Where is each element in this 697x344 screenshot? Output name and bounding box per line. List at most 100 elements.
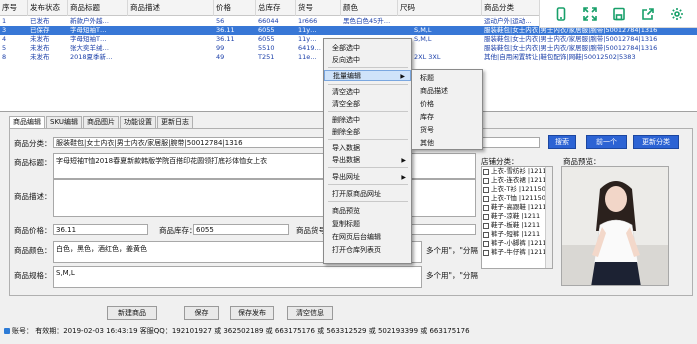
- shop-category-list[interactable]: 上衣-雪纺衫 |1211 上衣-连衣裙 |1211 上衣-T衫 |121150 …: [481, 166, 553, 269]
- list-item[interactable]: 上衣-T衫 |121150: [482, 185, 552, 194]
- tab-settings[interactable]: 功能设置: [119, 116, 156, 128]
- info-icon: [4, 328, 10, 334]
- menu-clear-selected[interactable]: 清空选中: [324, 87, 411, 98]
- menu-import-data[interactable]: 导入数据: [324, 143, 411, 154]
- col-index[interactable]: 序号: [0, 0, 28, 16]
- list-item[interactable]: 上衣-T恤 |1211504: [482, 194, 552, 203]
- batch-edit-submenu: 标题 商品描述 价格 库存 货号 其他: [411, 69, 483, 150]
- clear-button[interactable]: 清空信息: [287, 306, 333, 320]
- col-desc[interactable]: 商品描述: [128, 0, 214, 16]
- checkbox[interactable]: [483, 177, 489, 184]
- checkbox[interactable]: [483, 240, 489, 247]
- col-stock[interactable]: 总库存: [256, 0, 296, 16]
- color-label: 商品颜色：: [14, 246, 52, 255]
- stock-label: 商品库存：: [159, 226, 197, 235]
- menu-batch-edit[interactable]: 批量编辑 ▶: [324, 70, 411, 81]
- category-label: 商品分类：: [14, 139, 52, 148]
- chevron-right-icon: ▶: [401, 174, 406, 181]
- expand-icon[interactable]: [581, 5, 599, 23]
- checkbox[interactable]: [483, 249, 489, 256]
- list-item[interactable]: 上衣-连衣裙 |1211: [482, 176, 552, 185]
- list-item[interactable]: 裤子-短裤 |1211: [482, 230, 552, 239]
- menu-clear-all[interactable]: 清空全部: [324, 99, 411, 110]
- menu-separator: [328, 184, 408, 185]
- checkbox[interactable]: [483, 213, 489, 220]
- scrollbar[interactable]: [545, 167, 552, 268]
- col-status[interactable]: 发布状态: [28, 0, 68, 16]
- menu-select-all[interactable]: 全部选中: [324, 43, 411, 54]
- size-hint: 多个用"，"分隔: [426, 271, 478, 280]
- prev-button[interactable]: 前一个: [586, 135, 627, 149]
- search-button[interactable]: 搜索: [548, 135, 576, 149]
- list-item[interactable]: 鞋子-凉鞋 |1211: [482, 212, 552, 221]
- menu-preview[interactable]: 商品预览: [324, 206, 411, 217]
- checkbox[interactable]: [483, 168, 489, 175]
- menu-export-data[interactable]: 导出数据 ▶: [324, 155, 411, 166]
- save-icon[interactable]: [610, 5, 628, 23]
- price-label: 商品价格：: [14, 226, 52, 235]
- status-bar: 账号： 有效期：2019-02-03 16:43:19 客服QQ：1921019…: [0, 326, 697, 337]
- menu-separator: [328, 167, 408, 168]
- menu-open-warehouse[interactable]: 打开仓库列表页: [324, 245, 411, 256]
- menu-invert-selection[interactable]: 反向选中: [324, 55, 411, 66]
- menu-separator: [328, 201, 408, 202]
- chevron-right-icon: ▶: [401, 157, 406, 164]
- list-item[interactable]: 鞋子-高跟鞋 |1211: [482, 203, 552, 212]
- update-category-button[interactable]: 更新分类: [633, 135, 679, 149]
- checkbox[interactable]: [483, 222, 489, 229]
- col-sku[interactable]: 货号: [296, 0, 341, 16]
- gear-icon[interactable]: [668, 5, 686, 23]
- title-label: 商品标题：: [14, 158, 52, 167]
- menu-open-original-url[interactable]: 打开原商品网址: [324, 189, 411, 200]
- submenu-title[interactable]: 标题: [412, 73, 482, 84]
- list-item[interactable]: 鞋子-板鞋 |1211: [482, 221, 552, 230]
- tab-changelog[interactable]: 更新日志: [156, 116, 193, 128]
- submenu-price[interactable]: 价格: [412, 99, 482, 110]
- save-publish-button[interactable]: 保存发布: [230, 306, 274, 320]
- submenu-sku[interactable]: 货号: [412, 125, 482, 136]
- title-input[interactable]: 字母短袖T恤2018春夏新款韩版学院百搭印花圆领打底衫体恤女上衣: [53, 153, 476, 179]
- stock-input[interactable]: 6055: [193, 224, 289, 235]
- submenu-description[interactable]: 商品描述: [412, 86, 482, 97]
- checkbox[interactable]: [483, 195, 489, 202]
- menu-separator: [328, 67, 408, 68]
- list-item[interactable]: 裤子-牛仔裤 |1211: [482, 248, 552, 257]
- tab-product-edit[interactable]: 商品编辑: [9, 116, 45, 128]
- status-text: 账号： 有效期：2019-02-03 16:43:19 客服QQ：1921019…: [12, 327, 470, 335]
- product-preview-image: [561, 166, 669, 286]
- col-title[interactable]: 商品标题: [68, 0, 128, 16]
- price-input[interactable]: 36.11: [53, 224, 148, 235]
- submenu-other[interactable]: 其他: [412, 138, 482, 149]
- list-item[interactable]: 上衣-雪纺衫 |1211: [482, 167, 552, 176]
- checkbox[interactable]: [483, 231, 489, 238]
- menu-separator: [328, 84, 408, 85]
- size-input[interactable]: S,M,L: [53, 266, 422, 288]
- floating-toolbar: [539, 0, 697, 28]
- checkbox[interactable]: [483, 186, 489, 193]
- list-item[interactable]: 裤子-小脚裤 |1211: [482, 239, 552, 248]
- phone-icon[interactable]: [552, 5, 570, 23]
- context-menu: 全部选中 反向选中 批量编辑 ▶ 清空选中 清空全部 删除选中 删除全部 导入数据…: [323, 38, 412, 264]
- menu-delete-all[interactable]: 删除全部: [324, 127, 411, 138]
- new-product-button[interactable]: 新建商品: [107, 306, 157, 320]
- save-button[interactable]: 保存: [184, 306, 219, 320]
- checkbox[interactable]: [483, 204, 489, 211]
- submenu-stock[interactable]: 库存: [412, 112, 482, 123]
- menu-copy-title[interactable]: 复制标题: [324, 219, 411, 230]
- desc-label: 商品描述：: [14, 192, 52, 201]
- tab-sku-edit[interactable]: SKU编辑: [46, 116, 82, 128]
- desc-input[interactable]: [53, 179, 476, 217]
- col-size[interactable]: 尺码: [398, 0, 482, 16]
- chevron-right-icon: ▶: [400, 73, 405, 80]
- menu-separator: [328, 139, 408, 140]
- menu-delete-selected[interactable]: 删除选中: [324, 115, 411, 126]
- share-icon[interactable]: [639, 5, 657, 23]
- tab-product-images[interactable]: 商品图片: [82, 116, 119, 128]
- menu-export-url[interactable]: 导出网址 ▶: [324, 172, 411, 183]
- size-label: 商品规格：: [14, 271, 52, 280]
- menu-separator: [328, 111, 408, 112]
- editor-tabs: 商品编辑 SKU编辑 商品图片 功能设置 更新日志: [9, 116, 194, 128]
- menu-edit-backend[interactable]: 在网页后台编辑: [324, 232, 411, 243]
- col-color[interactable]: 颜色: [341, 0, 398, 16]
- col-price[interactable]: 价格: [214, 0, 256, 16]
